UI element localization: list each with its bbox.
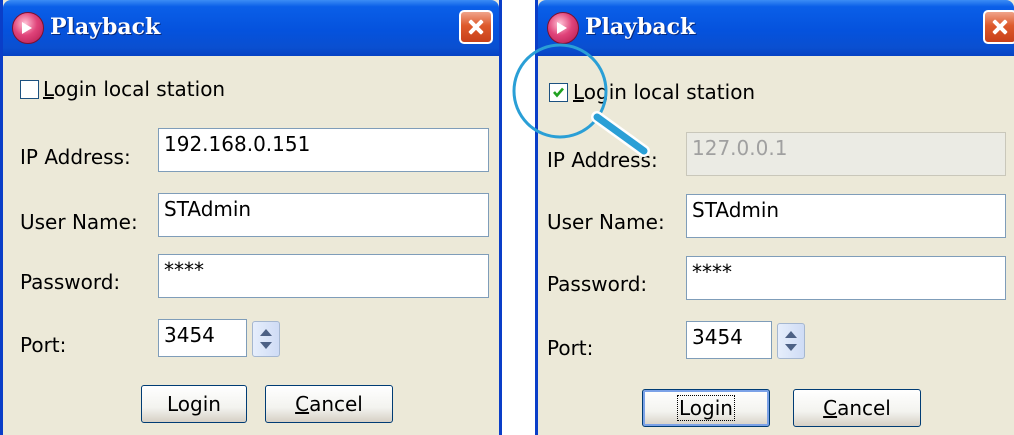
playback-app-icon: [12, 12, 44, 44]
user-name-input[interactable]: STAdmin: [686, 194, 1006, 238]
port-input[interactable]: 3454: [158, 319, 247, 357]
playback-dialog-remote: Playback Login local station IP Address:…: [0, 0, 502, 435]
spinner-up-icon[interactable]: [785, 331, 797, 338]
login-local-station-label[interactable]: Login local station: [43, 77, 225, 101]
login-button[interactable]: Login: [642, 389, 770, 427]
port-spinner[interactable]: [252, 321, 280, 357]
login-button-label: Login: [167, 392, 221, 416]
login-local-station-label[interactable]: Login local station: [573, 80, 755, 104]
spinner-down-icon[interactable]: [260, 342, 272, 349]
close-icon[interactable]: [983, 10, 1014, 44]
checkbox-checked-icon: [553, 87, 564, 98]
user-name-label: User Name:: [20, 210, 138, 234]
cancel-button[interactable]: Cancel: [265, 385, 393, 423]
password-label: Password:: [20, 270, 121, 294]
user-name-label: User Name:: [547, 210, 665, 234]
playback-dialog-local: Playback Login local station IP Address:…: [535, 0, 1014, 435]
port-spinner[interactable]: [777, 323, 805, 359]
login-button[interactable]: Login: [141, 385, 247, 423]
port-input[interactable]: 3454: [686, 321, 772, 359]
ip-address-input[interactable]: 192.168.0.151: [158, 128, 489, 172]
cancel-button-label: Cancel: [823, 396, 891, 420]
title-bar[interactable]: Playback: [3, 0, 499, 56]
password-input[interactable]: ****: [686, 256, 1006, 300]
password-label: Password:: [547, 272, 648, 296]
window-title: Playback: [50, 14, 161, 40]
title-bar[interactable]: Playback: [538, 0, 1014, 56]
cancel-button-label: Cancel: [295, 392, 363, 416]
login-local-station-checkbox[interactable]: [549, 83, 568, 102]
spinner-up-icon[interactable]: [260, 329, 272, 336]
port-label: Port:: [547, 336, 594, 360]
login-local-station-checkbox[interactable]: [20, 80, 39, 99]
user-name-input[interactable]: STAdmin: [158, 193, 489, 237]
spinner-down-icon[interactable]: [785, 344, 797, 351]
close-icon[interactable]: [459, 10, 493, 44]
ip-address-label: IP Address:: [547, 148, 658, 172]
ip-address-label: IP Address:: [20, 145, 131, 169]
playback-app-icon: [547, 12, 579, 44]
cancel-button[interactable]: Cancel: [793, 389, 921, 427]
login-button-label: Login: [677, 395, 735, 421]
password-input[interactable]: ****: [158, 254, 489, 298]
window-title: Playback: [585, 14, 696, 40]
ip-address-input: 127.0.0.1: [686, 132, 1006, 176]
port-label: Port:: [20, 333, 67, 357]
